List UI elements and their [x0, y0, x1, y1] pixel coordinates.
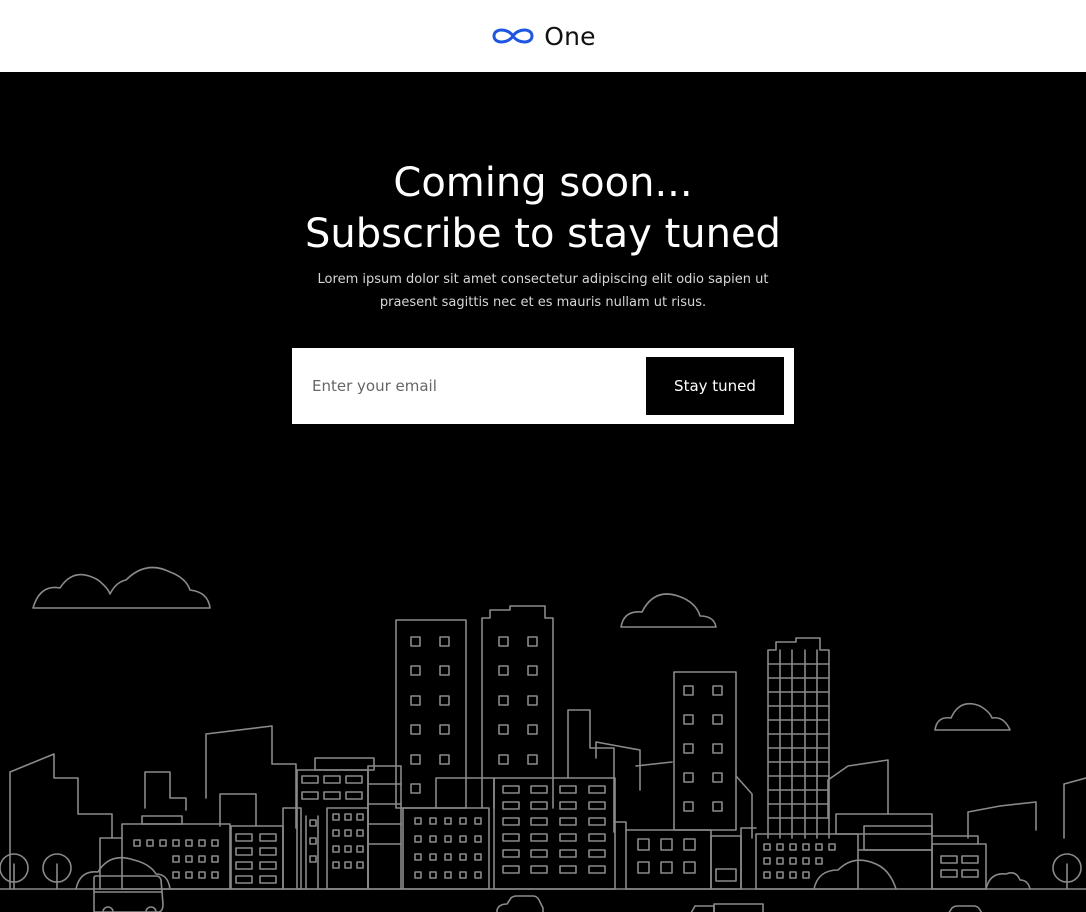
email-input[interactable] — [292, 348, 646, 424]
glass-tower — [767, 637, 830, 839]
subtitle-line-2: praesent sagittis nec et es mauris nulla… — [379, 295, 707, 310]
cloud-top — [620, 593, 717, 628]
car-icon-2 — [496, 895, 544, 912]
city-skyline-illustration — [0, 566, 1086, 912]
title-line-2: Subscribe to stay tuned — [305, 211, 781, 257]
title-line-1: Coming soon... — [393, 160, 693, 206]
cloud-left — [32, 566, 211, 609]
top-header: One — [0, 0, 1086, 72]
bus-icon — [93, 875, 164, 912]
cloud-right — [934, 702, 1011, 731]
hero-section: Coming soon... Subscribe to stay tuned L… — [0, 72, 1086, 912]
tower-left-windows — [410, 636, 450, 794]
subtitle-line-1: Lorem ipsum dolor sit amet consectetur a… — [317, 272, 769, 287]
car-icon-3 — [948, 905, 983, 912]
subscribe-form: Stay tuned — [292, 348, 794, 424]
stay-tuned-button[interactable]: Stay tuned — [646, 357, 784, 415]
brand-logo[interactable]: One — [490, 22, 596, 51]
page-title: Coming soon... Subscribe to stay tuned — [0, 158, 1086, 260]
hero-subtitle: Lorem ipsum dolor sit amet consectetur a… — [293, 268, 793, 314]
infinity-icon — [492, 28, 534, 44]
brand-name: One — [544, 21, 596, 51]
truck-icon — [690, 903, 764, 912]
tower-left — [395, 619, 467, 809]
